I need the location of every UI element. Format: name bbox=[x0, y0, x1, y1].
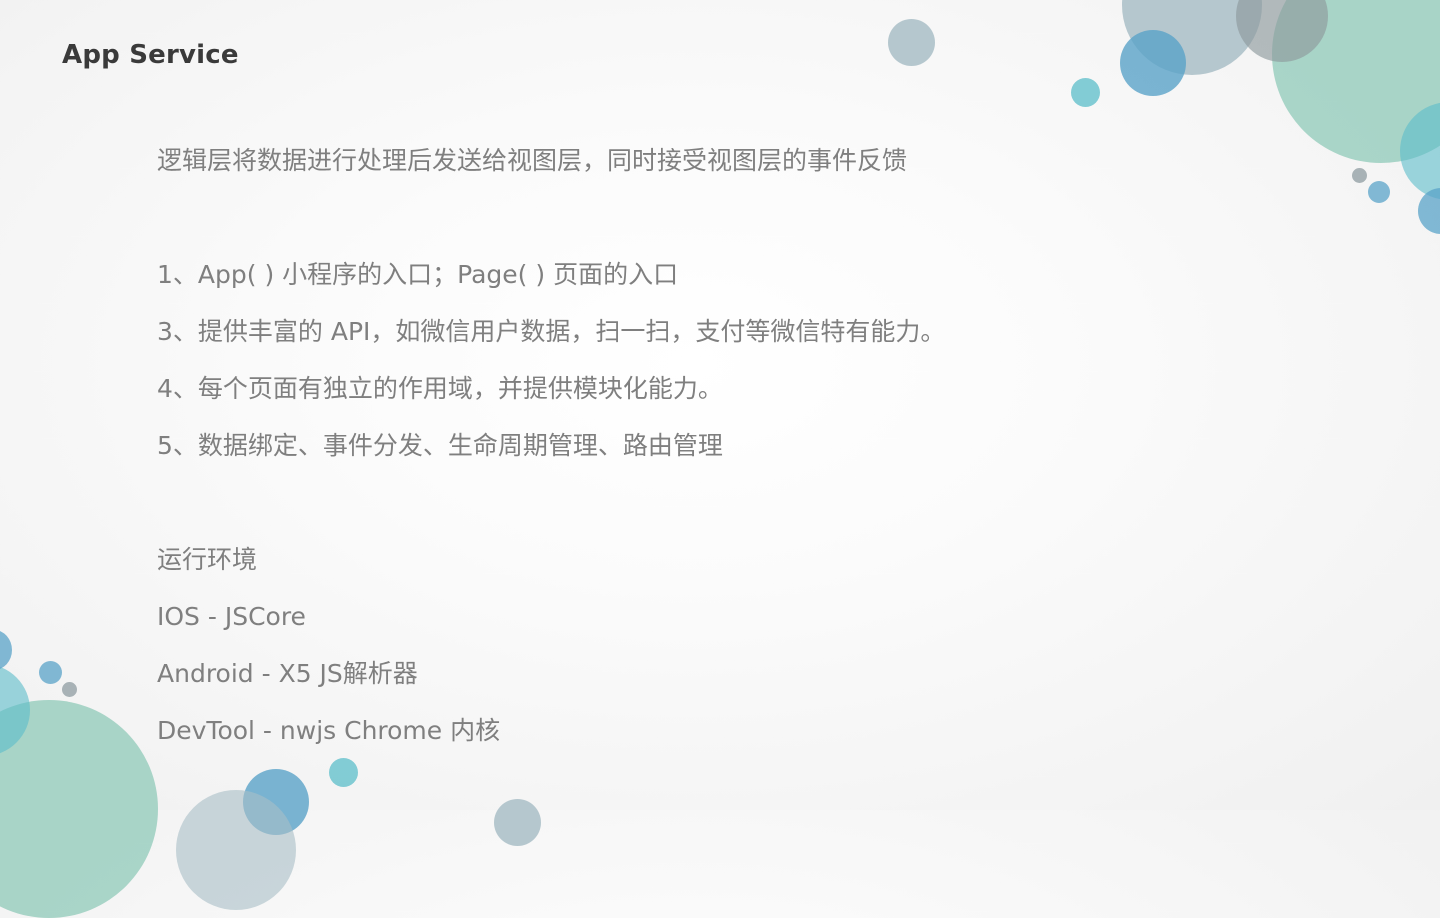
decor-bubble bbox=[39, 661, 62, 684]
feature-item: 1、App( ) 小程序的入口；Page( ) 页面的入口 bbox=[157, 260, 679, 289]
decor-bubble bbox=[494, 799, 541, 846]
slide: App Service 逻辑层将数据进行处理后发送给视图层，同时接受视图层的事件… bbox=[0, 0, 1440, 918]
decor-bubble bbox=[62, 682, 77, 697]
feature-item: 3、提供丰富的 API，如微信用户数据，扫一扫，支付等微信特有能力。 bbox=[157, 317, 946, 346]
decor-bubble bbox=[888, 19, 935, 66]
decor-bubble bbox=[0, 630, 12, 670]
decor-bubble bbox=[1368, 181, 1390, 203]
decor-bubble bbox=[1071, 78, 1100, 107]
runtime-item: Android - X5 JS解析器 bbox=[157, 659, 418, 688]
runtime-heading: 运行环境 bbox=[157, 545, 258, 574]
intro-text: 逻辑层将数据进行处理后发送给视图层，同时接受视图层的事件反馈 bbox=[157, 146, 908, 175]
runtime-item: IOS - JSCore bbox=[157, 602, 306, 631]
feature-item: 4、每个页面有独立的作用域，并提供模块化能力。 bbox=[157, 374, 723, 403]
slide-title: App Service bbox=[62, 40, 239, 70]
decor-bubble bbox=[1352, 168, 1367, 183]
decor-bubble bbox=[329, 758, 358, 787]
decor-bubble bbox=[176, 790, 296, 910]
decor-bubble bbox=[1120, 30, 1186, 96]
runtime-item: DevTool - nwjs Chrome 内核 bbox=[157, 716, 501, 745]
decor-bubble bbox=[1418, 188, 1440, 234]
feature-item: 5、数据绑定、事件分发、生命周期管理、路由管理 bbox=[157, 431, 723, 460]
